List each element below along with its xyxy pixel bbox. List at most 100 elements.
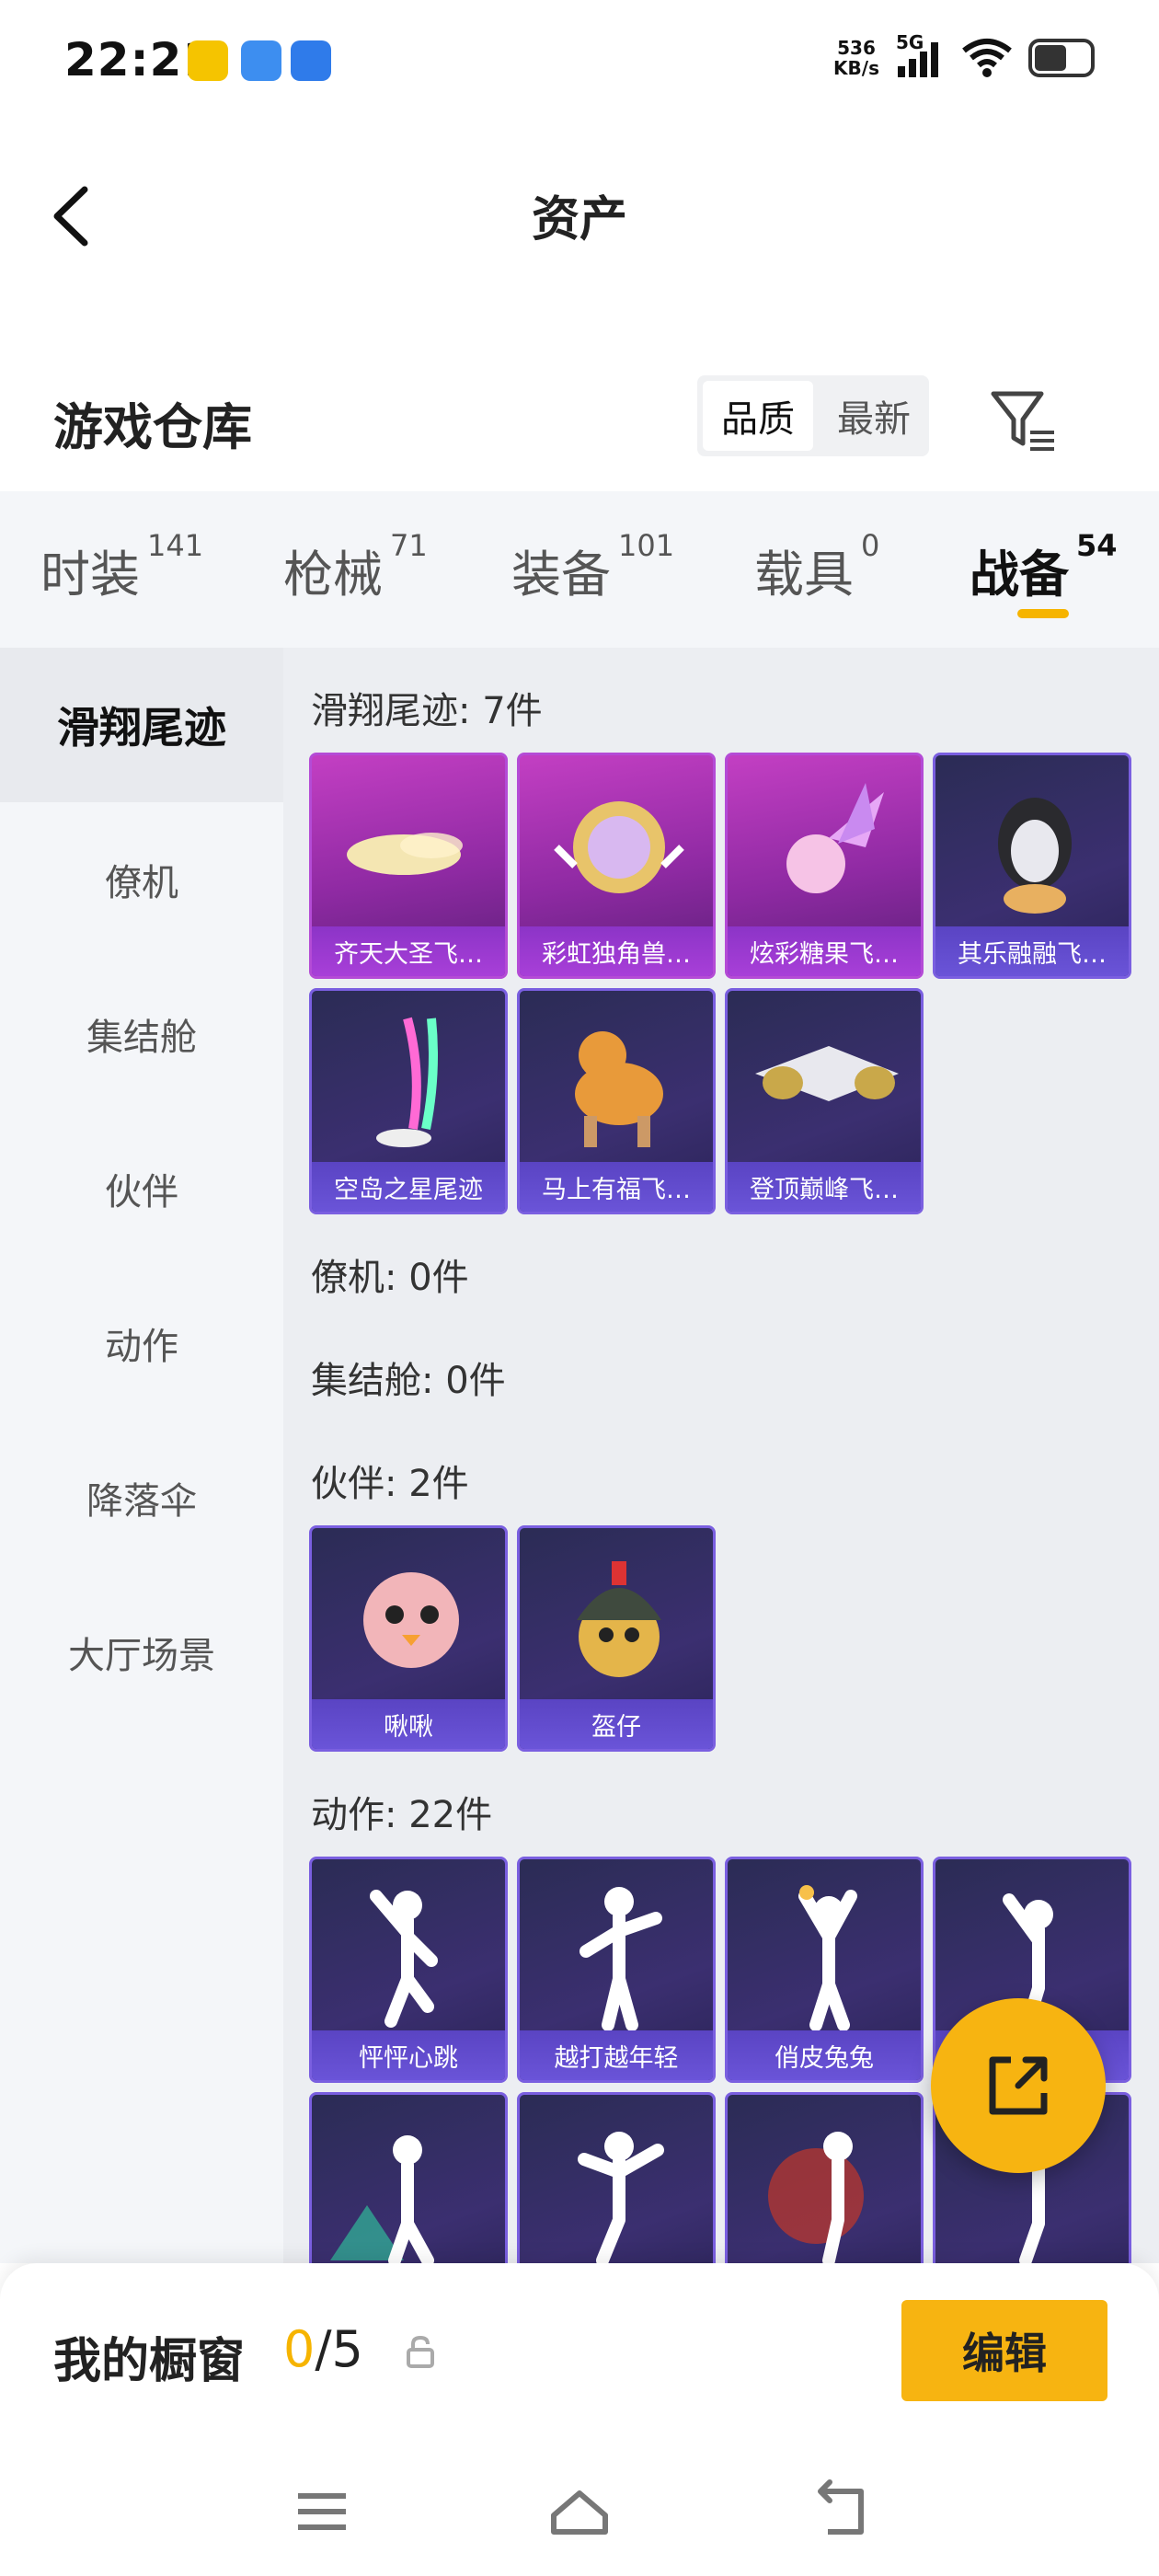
helmet-bird-partner-image <box>577 1561 661 1677</box>
item-card[interactable]: 炫彩糖果飞… <box>725 753 924 979</box>
section-title-glide: 滑翔尾迹: 7件 <box>311 690 543 732</box>
warehouse-header: 游戏仓库 品质 最新 <box>0 350 1159 488</box>
sidebar-item-capsule[interactable]: 集结舱 <box>0 957 283 1111</box>
item-card[interactable]: 彩虹独角兽… <box>517 753 716 979</box>
filter-icon[interactable] <box>988 386 1058 456</box>
sidebar-item-wingman[interactable]: 僚机 <box>0 802 283 957</box>
tab-count: 54 <box>1076 528 1118 563</box>
chick-partner-image <box>363 1572 459 1668</box>
speed-unit: KB/s <box>833 57 879 79</box>
wifi-icon <box>962 39 1012 77</box>
sort-quality-button[interactable]: 品质 <box>703 381 813 451</box>
tab-guns[interactable]: 枪械 71 <box>283 528 428 606</box>
jet-trail-image <box>755 1046 899 1101</box>
horse-trail-image <box>575 1031 663 1147</box>
tab-label: 载具 <box>754 546 854 604</box>
item-card[interactable]: 马上有福飞… <box>517 988 716 1214</box>
section-title-wingman: 僚机: 0件 <box>311 1257 469 1299</box>
item-card[interactable]: 越打越年轻 <box>517 1857 716 2083</box>
sidebar-item-partner[interactable]: 伙伴 <box>0 1111 283 1266</box>
tab-label: 时装 <box>40 546 140 604</box>
tab-equipment[interactable]: 装备 101 <box>511 528 674 606</box>
return-icon[interactable] <box>800 2475 874 2548</box>
lock-icon <box>407 2335 434 2368</box>
item-card[interactable]: 俏皮兔兔 <box>725 1857 924 2083</box>
sort-latest-button[interactable]: 最新 <box>819 375 929 456</box>
item-name: 登顶巅峰飞… <box>728 1162 921 1212</box>
item-name: 马上有福飞… <box>520 1162 713 1212</box>
tab-count: 141 <box>147 528 204 563</box>
dance-pose-image <box>330 2135 434 2263</box>
tab-label: 枪械 <box>283 546 383 604</box>
sort-toggle: 品质 最新 <box>697 375 929 456</box>
warehouse-title: 游戏仓库 <box>53 398 252 456</box>
showcase-current: 0 <box>283 2320 316 2378</box>
cloud-trail-image <box>347 833 463 875</box>
network-speed: 536 KB/s <box>833 38 879 78</box>
item-card[interactable]: 空岛之星尾迹 <box>309 988 508 1214</box>
notification-app-icon <box>188 40 228 81</box>
item-card[interactable]: 怦怦心跳 <box>309 1857 508 2083</box>
chat-notification-icon <box>241 40 281 81</box>
penguin-trail-image <box>998 798 1072 914</box>
battery-icon <box>1028 39 1095 77</box>
sidebar-item-emote[interactable]: 动作 <box>0 1266 283 1420</box>
page-title: 资产 <box>531 192 627 247</box>
unicorn-trail-image <box>554 801 684 893</box>
category-tabs: 时装 141 枪械 71 装备 101 载具 0 战备 54 <box>0 491 1159 648</box>
tab-count: 101 <box>618 528 675 563</box>
tab-count: 71 <box>390 528 428 563</box>
item-name: 越打越年轻 <box>520 2030 713 2080</box>
edit-button[interactable]: 编辑 <box>901 2300 1107 2401</box>
item-card[interactable]: 登顶巅峰飞… <box>725 988 924 1214</box>
item-name: 其乐融融飞… <box>935 926 1129 976</box>
share-button[interactable] <box>931 1998 1106 2173</box>
tab-combat-prep[interactable]: 战备 54 <box>970 528 1118 606</box>
candy-trail-image <box>786 783 884 893</box>
item-card[interactable] <box>725 2092 924 2263</box>
sidebar: 滑翔尾迹 僚机 集结舱 伙伴 动作 降落伞 大厅场景 <box>0 648 283 2263</box>
item-name: 炫彩糖果飞… <box>728 926 921 976</box>
item-name: 俏皮兔兔 <box>728 2030 921 2080</box>
share-icon <box>989 2056 1048 2115</box>
dance-pose-image <box>578 2132 664 2263</box>
du-app-icon <box>291 40 331 81</box>
tab-label: 战备 <box>970 546 1069 604</box>
active-tab-indicator <box>1017 609 1069 618</box>
dance-pose-image <box>370 1890 438 2028</box>
sidebar-item-parachute[interactable]: 降落伞 <box>0 1420 283 1575</box>
item-name: 怦怦心跳 <box>312 2030 505 2080</box>
tab-count: 0 <box>861 528 880 563</box>
item-name: 齐天大圣飞… <box>312 926 505 976</box>
sky-island-trail-image <box>376 1017 438 1147</box>
dance-pose-image <box>768 2132 864 2263</box>
app-root: 22:21 536 KB/s 5G 资产 游戏仓库 品质 最新 时装 141 枪… <box>0 0 1159 2576</box>
showcase-label: 我的橱窗 <box>53 2334 246 2389</box>
showcase-panel: 我的橱窗 0/5 编辑 <box>0 2263 1159 2576</box>
sidebar-item-lobby-scene[interactable]: 大厅场景 <box>0 1575 283 1730</box>
tab-label: 装备 <box>511 546 611 604</box>
item-card[interactable]: 其乐融融飞… <box>933 753 1131 979</box>
section-title-partner: 伙伴: 2件 <box>311 1463 469 1505</box>
item-card[interactable]: 齐天大圣飞… <box>309 753 508 979</box>
item-card[interactable]: 啾啾 <box>309 1525 508 1752</box>
dance-pose-image <box>798 1885 857 2031</box>
item-card[interactable]: 盔仔 <box>517 1525 716 1752</box>
status-right: 536 KB/s 5G <box>833 31 1095 79</box>
item-card[interactable] <box>309 2092 508 2263</box>
tab-vehicles[interactable]: 载具 0 <box>754 528 879 606</box>
title-bar: 资产 <box>0 129 1159 294</box>
home-icon[interactable] <box>543 2475 616 2548</box>
item-name: 空岛之星尾迹 <box>312 1162 505 1212</box>
item-name: 啾啾 <box>312 1699 505 1749</box>
sidebar-item-glide-trail[interactable]: 滑翔尾迹 <box>0 648 283 802</box>
menu-icon[interactable] <box>285 2475 359 2548</box>
system-nav-bar <box>0 2466 1159 2576</box>
showcase-total: /5 <box>315 2320 363 2378</box>
item-name: 盔仔 <box>520 1699 713 1749</box>
tab-fashion[interactable]: 时装 141 <box>40 528 203 606</box>
item-card[interactable] <box>517 2092 716 2263</box>
section-title-capsule: 集结舱: 0件 <box>311 1360 506 1402</box>
showcase-count: 0/5 <box>283 2320 363 2378</box>
item-name: 彩虹独角兽… <box>520 926 713 976</box>
